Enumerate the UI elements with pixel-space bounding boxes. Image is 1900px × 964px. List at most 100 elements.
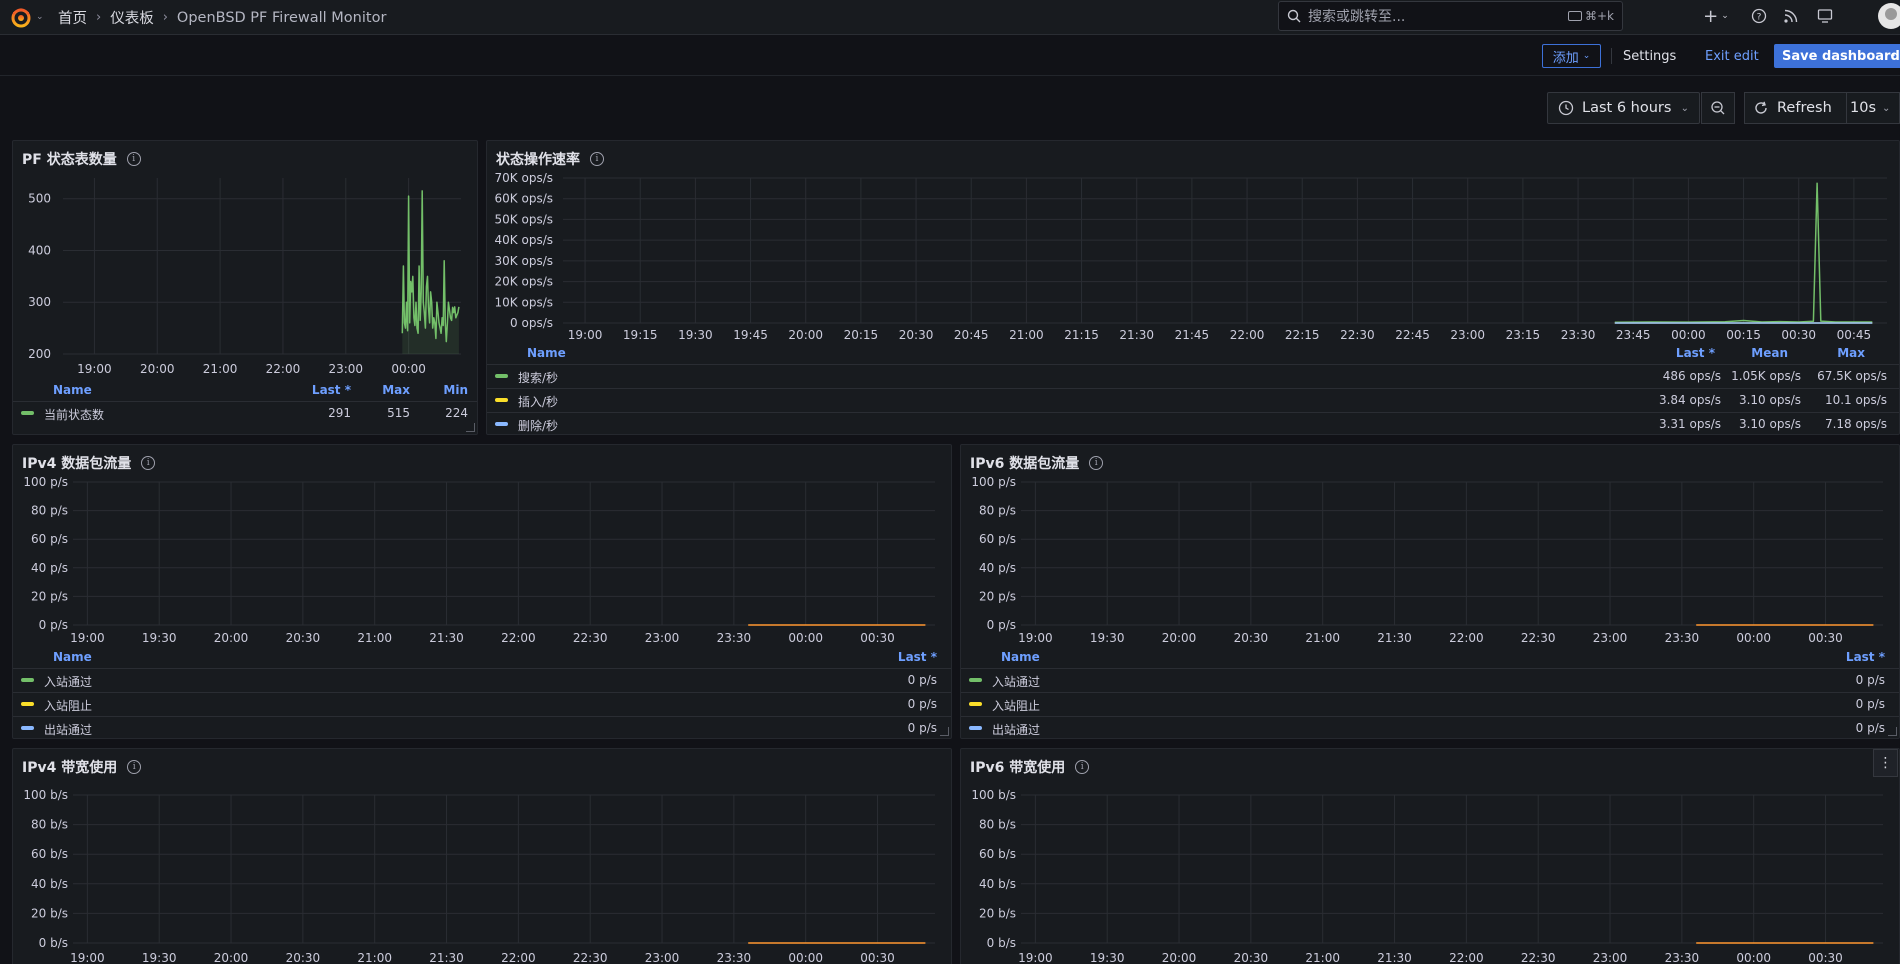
legend-col-name[interactable]: Name bbox=[53, 383, 92, 397]
x-tick-label: 20:30 bbox=[899, 328, 934, 342]
breadcrumb: 首页 › 仪表板 › OpenBSD PF Firewall Monitor bbox=[58, 0, 386, 35]
x-tick-label: 19:00 bbox=[70, 951, 105, 964]
panel-menu-button[interactable]: ⋮ bbox=[1873, 749, 1898, 777]
plus-icon: + bbox=[1703, 5, 1719, 27]
legend-col-mean[interactable]: Mean bbox=[1751, 346, 1788, 360]
x-tick-label: 22:30 bbox=[1521, 631, 1556, 645]
x-tick-label: 19:30 bbox=[1090, 951, 1125, 964]
panel-resize-handle[interactable] bbox=[1888, 727, 1897, 736]
panel-pf-states[interactable]: PF 状态表数量 i 19:00 20:00 21:00 22:00 23:00 00:00… bbox=[12, 140, 478, 435]
panel-resize-handle[interactable] bbox=[940, 727, 949, 736]
legend-row[interactable]: 入站阻止 0 p/s bbox=[13, 692, 951, 715]
chevron-down-icon[interactable]: ⌄ bbox=[1889, 49, 1897, 60]
series-swatch bbox=[969, 726, 982, 730]
panel-state-ops-rate[interactable]: 状态操作速率 i 19:00 19:15 19:30 19:45 20:00 20:15 20… bbox=[486, 140, 1900, 435]
legend-value-last: 0 p/s bbox=[907, 673, 937, 687]
x-tick-label: 23:30 bbox=[1665, 631, 1700, 645]
y-tick-label: 80 b/s bbox=[979, 818, 1016, 832]
y-tick-label: 100 b/s bbox=[23, 788, 68, 802]
legend-col-min[interactable]: Min bbox=[443, 383, 468, 397]
home-logo-button[interactable]: ⌄ bbox=[10, 6, 44, 28]
series-name: 插入/秒 bbox=[518, 395, 559, 409]
x-tick-label: 23:00 bbox=[645, 951, 680, 964]
search-input[interactable]: 搜索或跳转至... ⌘+k bbox=[1278, 1, 1623, 31]
y-tick-label: 20 b/s bbox=[31, 906, 68, 920]
y-tick-label: 40 b/s bbox=[31, 877, 68, 891]
ipv4-bandwidth-chart[interactable]: 19:00 19:30 20:00 20:30 21:00 21:30 22:00 22:30… bbox=[13, 749, 952, 964]
y-tick-label: 20 p/s bbox=[31, 589, 68, 603]
x-tick-label: 23:00 bbox=[1593, 951, 1628, 964]
refresh-button[interactable]: Refresh bbox=[1744, 92, 1847, 124]
legend-row[interactable]: 出站通过 0 p/s bbox=[13, 716, 951, 738]
keyboard-icon bbox=[1567, 11, 1582, 21]
panel-resize-handle[interactable] bbox=[466, 423, 475, 432]
panel-ipv4-packets[interactable]: IPv4 数据包流量 i 19:00 19:30 20:00 20:30 21:00 21:… bbox=[12, 444, 952, 739]
legend-col-last[interactable]: Last * bbox=[312, 383, 351, 397]
edit-toolbar: 添加 ⌄ Settings Exit edit Save dashboard ⌄ bbox=[0, 36, 1900, 76]
refresh-icon bbox=[1755, 101, 1767, 114]
legend-col-last[interactable]: Last * bbox=[1676, 346, 1715, 360]
toolbar-divider bbox=[1611, 48, 1612, 64]
time-range-picker[interactable]: Last 6 hours ⌄ bbox=[1547, 92, 1700, 124]
y-tick-label: 20K ops/s bbox=[495, 275, 553, 289]
x-tick-label: 00:30 bbox=[1781, 328, 1816, 342]
x-tick-label: 21:30 bbox=[429, 951, 464, 964]
rss-icon bbox=[1784, 9, 1798, 23]
legend: Name Last * Max Min 当前状态数 291 515 224 bbox=[13, 381, 477, 434]
y-tick-label: 20 b/s bbox=[979, 906, 1016, 920]
panel-ipv6-bandwidth[interactable]: IPv6 带宽使用 i 19:00 19:30 20:00 20:30 21:00 21:3… bbox=[960, 748, 1900, 964]
y-tick-label: 60 b/s bbox=[31, 847, 68, 861]
user-avatar[interactable] bbox=[1878, 3, 1900, 29]
legend-col-name[interactable]: Name bbox=[527, 346, 566, 360]
x-tick-label: 22:30 bbox=[1340, 328, 1375, 342]
legend-col-max[interactable]: Max bbox=[1837, 346, 1865, 360]
legend-row[interactable]: 入站通过 0 p/s bbox=[961, 668, 1899, 691]
legend-row[interactable]: 插入/秒 3.84 ops/s 3.10 ops/s 10.1 ops/s bbox=[487, 388, 1899, 411]
ipv6-bandwidth-chart[interactable]: 19:00 19:30 20:00 20:30 21:00 21:30 22:00 22:30… bbox=[961, 749, 1900, 964]
legend-col-last[interactable]: Last * bbox=[898, 650, 937, 664]
panel-ipv4-bandwidth[interactable]: IPv4 带宽使用 i 19:00 19:30 20:00 20:30 21:00 21:3… bbox=[12, 748, 952, 964]
y-tick-label: 0 b/s bbox=[39, 936, 68, 950]
y-tick-label: 0 b/s bbox=[987, 936, 1016, 950]
legend-row[interactable]: 出站通过 0 p/s bbox=[961, 716, 1899, 738]
help-button[interactable]: ? bbox=[1744, 8, 1774, 24]
refresh-interval-picker[interactable]: 10s ⌄ bbox=[1847, 92, 1900, 124]
x-tick-label: 00:00 bbox=[1736, 631, 1771, 645]
news-feed-button[interactable] bbox=[1774, 8, 1808, 24]
legend-row[interactable]: 入站阻止 0 p/s bbox=[961, 692, 1899, 715]
x-tick-label: 21:00 bbox=[357, 631, 392, 645]
legend-col-name[interactable]: Name bbox=[53, 650, 92, 664]
y-tick-label: 100 p/s bbox=[971, 475, 1016, 489]
legend-col-last[interactable]: Last * bbox=[1846, 650, 1885, 664]
exit-edit-button[interactable]: Exit edit bbox=[1705, 44, 1759, 68]
breadcrumb-dashboards[interactable]: 仪表板 bbox=[110, 7, 154, 28]
x-tick-label: 19:30 bbox=[678, 328, 713, 342]
kiosk-mode-button[interactable] bbox=[1808, 8, 1842, 24]
legend-row[interactable]: 搜索/秒 486 ops/s 1.05K ops/s 67.5K ops/s bbox=[487, 364, 1899, 387]
x-tick-label: 00:15 bbox=[1726, 328, 1761, 342]
add-new-button[interactable]: + ⌄ bbox=[1700, 6, 1732, 27]
zoom-out-button[interactable] bbox=[1701, 92, 1735, 124]
x-tick-label: 20:30 bbox=[1234, 631, 1269, 645]
y-tick-label: 50K ops/s bbox=[495, 212, 553, 226]
legend-row[interactable]: 当前状态数 291 515 224 bbox=[13, 401, 477, 424]
legend-value-last: 486 ops/s bbox=[1662, 369, 1721, 383]
legend-header: Name Last * Mean Max bbox=[487, 344, 1899, 364]
more-vertical-icon: ⋮ bbox=[1878, 755, 1893, 771]
x-tick-label: 19:30 bbox=[1090, 631, 1125, 645]
x-tick-label: 20:30 bbox=[286, 951, 321, 964]
save-dashboard-button[interactable]: Save dashboard ⌄ bbox=[1774, 44, 1900, 68]
panel-ipv6-packets[interactable]: IPv6 数据包流量 i 19:00 19:30 20:00 20:30 21:00 21:… bbox=[960, 444, 1900, 739]
add-panel-button[interactable]: 添加 ⌄ bbox=[1542, 44, 1601, 68]
legend-row[interactable]: 删除/秒 3.31 ops/s 3.10 ops/s 7.18 ops/s bbox=[487, 412, 1899, 434]
breadcrumb-home[interactable]: 首页 bbox=[58, 7, 87, 28]
y-tick-label: 80 p/s bbox=[31, 504, 68, 518]
legend-col-name[interactable]: Name bbox=[1001, 650, 1040, 664]
settings-button[interactable]: Settings bbox=[1623, 44, 1676, 68]
legend-col-max[interactable]: Max bbox=[382, 383, 410, 397]
x-tick-label: 00:00 bbox=[788, 951, 823, 964]
series-name: 出站通过 bbox=[44, 723, 93, 737]
legend-header: Name Last * Max Min bbox=[13, 381, 477, 401]
legend-row[interactable]: 入站通过 0 p/s bbox=[13, 668, 951, 691]
grafana-logo-icon bbox=[11, 8, 31, 28]
